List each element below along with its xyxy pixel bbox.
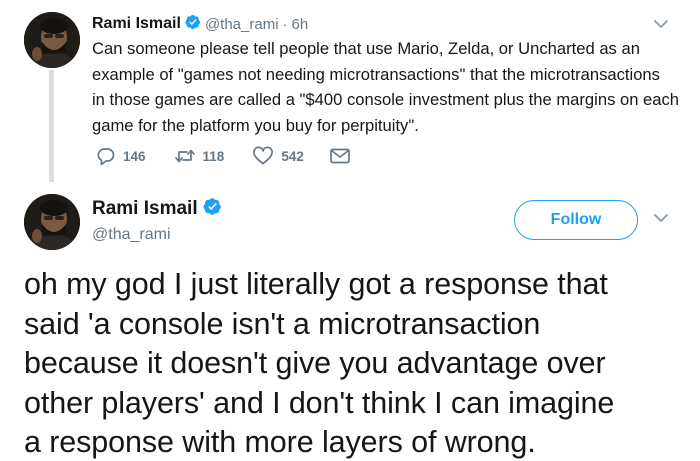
separator-dot: · — [282, 15, 288, 33]
avatar-photo — [24, 194, 80, 250]
envelope-icon — [329, 148, 350, 164]
reply-tweet-text: Can someone please tell people that use … — [92, 39, 680, 135]
heart-icon — [253, 146, 274, 165]
reply-tweet-header: Rami Ismail @tha_rami · 6h — [92, 13, 308, 35]
retweet-icon — [174, 149, 195, 163]
avatar[interactable] — [24, 12, 80, 68]
author-name[interactable]: Rami Ismail — [92, 198, 198, 220]
avatar[interactable] — [24, 194, 80, 250]
reply-count: 146 — [123, 148, 146, 164]
author-handle[interactable]: @tha_rami — [205, 16, 279, 33]
tweet-timestamp[interactable]: 6h — [292, 16, 309, 33]
follow-button[interactable]: Follow — [514, 200, 638, 240]
verified-badge-icon — [203, 197, 222, 221]
main-tweet[interactable]: Rami Ismail @tha_rami Follow oh my god I… — [0, 182, 700, 461]
tweet-action-bar: 146 118 542 — [96, 145, 351, 167]
retweet-button[interactable]: 118 — [174, 146, 225, 166]
reply-button[interactable]: 146 — [96, 146, 146, 166]
thread-connector-line — [49, 70, 54, 182]
reply-icon — [97, 148, 115, 166]
author-name[interactable]: Rami Ismail — [92, 15, 181, 33]
like-count: 542 — [281, 148, 304, 164]
avatar-photo — [24, 12, 80, 68]
verified-badge-icon — [185, 14, 201, 35]
main-tweet-text: oh my god I just literally got a respons… — [24, 267, 615, 459]
author-handle[interactable]: @tha_rami — [92, 226, 171, 244]
chevron-down-icon[interactable] — [651, 14, 671, 34]
retweet-count: 118 — [202, 148, 225, 164]
direct-message-button[interactable] — [329, 147, 351, 165]
like-button[interactable]: 542 — [252, 146, 304, 166]
chevron-down-icon[interactable] — [651, 208, 671, 228]
main-tweet-author-row: Rami Ismail — [92, 197, 222, 221]
reply-tweet[interactable]: Rami Ismail @tha_rami · 6h Can someone p… — [0, 0, 700, 182]
